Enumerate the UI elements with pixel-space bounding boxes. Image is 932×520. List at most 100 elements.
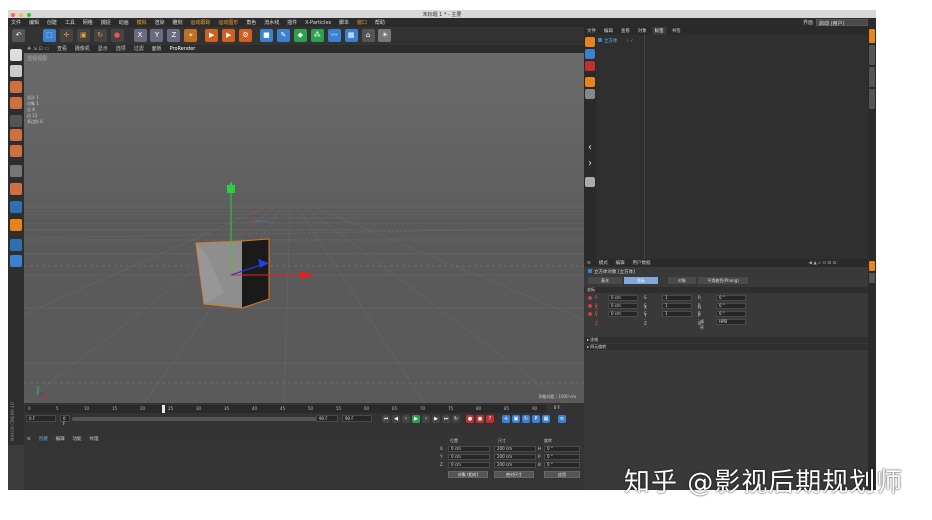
position-x-field[interactable]: 0 cm <box>448 446 490 452</box>
rotation-key-icon[interactable]: ↻ <box>522 415 530 423</box>
menu-sculpt[interactable]: 雕刻 <box>169 18 185 27</box>
menu-window[interactable]: 窗口 <box>354 18 370 27</box>
previous-frame-icon[interactable]: ‹ <box>402 415 410 423</box>
tab-phong[interactable]: 平滑着色(Phong) <box>698 277 748 284</box>
tab-object[interactable]: 对象 <box>668 277 696 284</box>
lock-workplane-icon[interactable] <box>10 239 22 251</box>
light-icon[interactable]: ☀ <box>378 29 392 42</box>
size-mode-dropdown[interactable]: 绝对尺寸 <box>494 471 534 478</box>
om-menu-file[interactable]: 文件 <box>584 27 599 35</box>
next-frame-icon[interactable]: › <box>422 415 430 423</box>
autokey-icon[interactable]: ● <box>476 415 484 423</box>
om-menu-objects[interactable]: 对象 <box>635 27 650 35</box>
go-to-end-icon[interactable]: ⏭ <box>442 415 450 423</box>
rot-h-field[interactable]: 0 ° <box>716 295 746 301</box>
takes-side-tab[interactable] <box>869 45 875 65</box>
perspective-viewport[interactable]: 透视视图 总计 1 对象 1 点 8 边 12 多边形 6 网格间距 : 100… <box>24 53 584 403</box>
menu-character[interactable]: 角色 <box>243 18 259 27</box>
x-axis-lock-button[interactable]: X <box>133 29 147 42</box>
timeline-ruler[interactable]: 0 5 10 15 20 25 30 35 40 45 50 55 60 65 … <box>26 405 546 413</box>
viewport-menu-prorender[interactable]: ProRender <box>167 46 199 52</box>
om-menu-view[interactable]: 查看 <box>618 27 633 35</box>
viewport-menu-cameras[interactable]: 摄像机 <box>72 45 93 52</box>
axis-mode-icon[interactable] <box>10 165 22 177</box>
objects-side-tab[interactable] <box>869 29 875 43</box>
material-menu-edit[interactable]: 编辑 <box>53 435 68 443</box>
subdivision-icon[interactable]: ◆ <box>293 29 307 42</box>
undo-icon[interactable]: ↶ <box>12 29 25 42</box>
material-menu-function[interactable]: 功能 <box>70 435 85 443</box>
cube-primitive-icon[interactable]: ■ <box>259 29 273 42</box>
content-browser-side-tab[interactable] <box>869 67 875 87</box>
layer-icon[interactable] <box>585 37 595 47</box>
scale-x-field[interactable]: 1 <box>662 295 692 301</box>
snap-icon[interactable] <box>10 201 22 213</box>
coordinate-system-icon[interactable]: ⌖ <box>184 29 198 42</box>
material-menu-icon[interactable]: ≡ <box>24 436 34 443</box>
menu-render[interactable]: 渲染 <box>152 18 168 27</box>
object-tag-icon[interactable] <box>585 49 595 59</box>
recent-tools-icon[interactable]: ● <box>110 29 124 42</box>
visibility-dots-icon[interactable]: ⁞ <box>627 39 628 44</box>
soft-selection-icon[interactable] <box>10 219 22 231</box>
rotation-h-field[interactable]: 0 ° <box>544 446 580 452</box>
am-menu-user-data[interactable]: 用户数据 <box>630 259 654 267</box>
enabled-check-icon[interactable]: ✓ <box>630 39 634 44</box>
z-axis-lock-button[interactable]: Z <box>167 29 181 42</box>
polygons-mode-icon[interactable] <box>10 145 22 157</box>
end-frame-field[interactable]: 90 F <box>342 415 372 422</box>
cinema-icon[interactable] <box>585 61 595 71</box>
position-key-icon[interactable]: ✛ <box>502 415 510 423</box>
max-frame-field[interactable]: 90 F <box>316 415 338 422</box>
menu-help[interactable]: 帮助 <box>372 18 388 27</box>
array-mograph-icon[interactable]: ⁂ <box>310 29 324 42</box>
viewport-menu-options[interactable]: 选项 <box>113 45 129 52</box>
viewport-menu-display[interactable]: 显示 <box>95 45 111 52</box>
go-to-start-icon[interactable]: ⏮ <box>382 415 390 423</box>
menu-simulate[interactable]: 模拟 <box>134 18 150 27</box>
tweak-mode-icon[interactable] <box>10 183 22 195</box>
om-menu-edit[interactable]: 编辑 <box>601 27 616 35</box>
pos-x-field[interactable]: 0 cm <box>608 295 638 301</box>
scale-key-icon[interactable]: ▣ <box>512 415 520 423</box>
material-menu-create[interactable]: 创建 <box>36 435 51 443</box>
floor-icon[interactable]: ▦ <box>344 29 358 42</box>
layers-side-tab[interactable] <box>869 273 875 283</box>
chevron-right-icon[interactable]: › <box>585 159 595 169</box>
am-menu-icon[interactable]: ≡ <box>584 260 594 267</box>
record-active-icon[interactable]: ● <box>466 415 474 423</box>
min-frame-field[interactable]: 0 F <box>60 415 70 426</box>
position-y-field[interactable]: 0 cm <box>448 454 490 460</box>
menu-animate[interactable]: 动画 <box>116 18 132 27</box>
menu-mesh[interactable]: 网格 <box>80 18 96 27</box>
previous-key-icon[interactable]: ◀ <box>392 415 400 423</box>
keyframe-dot-icon[interactable] <box>588 312 592 316</box>
cube-object[interactable] <box>195 238 270 309</box>
viewport-icons[interactable]: ✥ ⇲ ⊡ ▭ <box>24 46 52 52</box>
point-level-animation-icon[interactable]: ▦ <box>542 415 550 423</box>
render-picture-viewer-icon[interactable]: ▶ <box>222 29 236 42</box>
render-settings-icon[interactable]: ⚙ <box>239 29 253 42</box>
am-menu-edit[interactable]: 编辑 <box>613 259 628 267</box>
layout-dropdown[interactable]: 启动 (用户) <box>816 19 868 27</box>
keyframe-selection-icon[interactable]: ? <box>486 415 494 423</box>
trash-icon[interactable] <box>585 177 595 187</box>
rotate-icon[interactable]: ↻ <box>93 29 107 42</box>
live-select-icon[interactable]: ⬚ <box>42 29 56 42</box>
playhead[interactable] <box>162 405 165 413</box>
om-menu-bookmarks[interactable]: 书签 <box>669 27 684 35</box>
size-z-field[interactable]: 200 cm <box>494 462 536 468</box>
menu-file[interactable]: 文件 <box>8 18 24 27</box>
material-menu-texture[interactable]: 纹理 <box>86 435 101 443</box>
tab-coordinates[interactable]: 坐标 <box>624 277 658 284</box>
deformer-icon[interactable]: 〰 <box>327 29 341 42</box>
make-editable-icon[interactable] <box>10 49 22 61</box>
menu-create[interactable]: 创建 <box>44 18 60 27</box>
menu-script[interactable]: 脚本 <box>336 18 352 27</box>
chevron-left-icon[interactable]: ‹ <box>585 143 595 153</box>
freeze-section[interactable]: ▸ 冻结 <box>584 337 868 343</box>
rot-p-field[interactable]: 0 ° <box>716 303 746 309</box>
menu-tools[interactable]: 工具 <box>62 18 78 27</box>
texture-mode-icon[interactable] <box>10 81 22 93</box>
quaternion-section[interactable]: ▸ 四元旋转 <box>584 344 868 350</box>
